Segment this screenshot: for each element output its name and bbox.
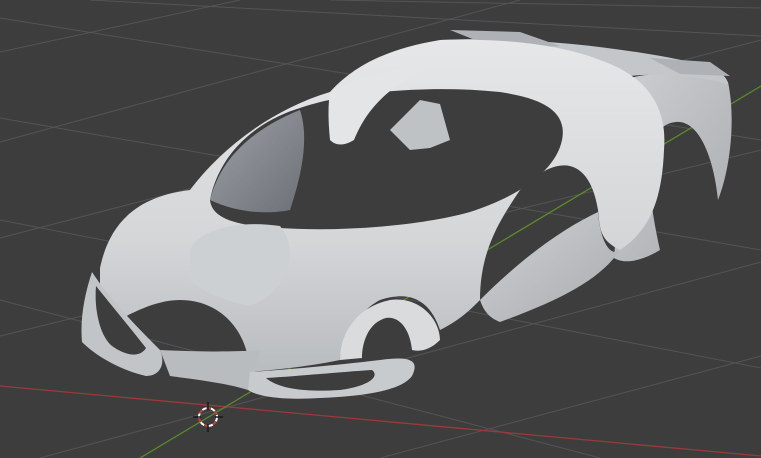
3d-viewport[interactable] bbox=[0, 0, 761, 458]
